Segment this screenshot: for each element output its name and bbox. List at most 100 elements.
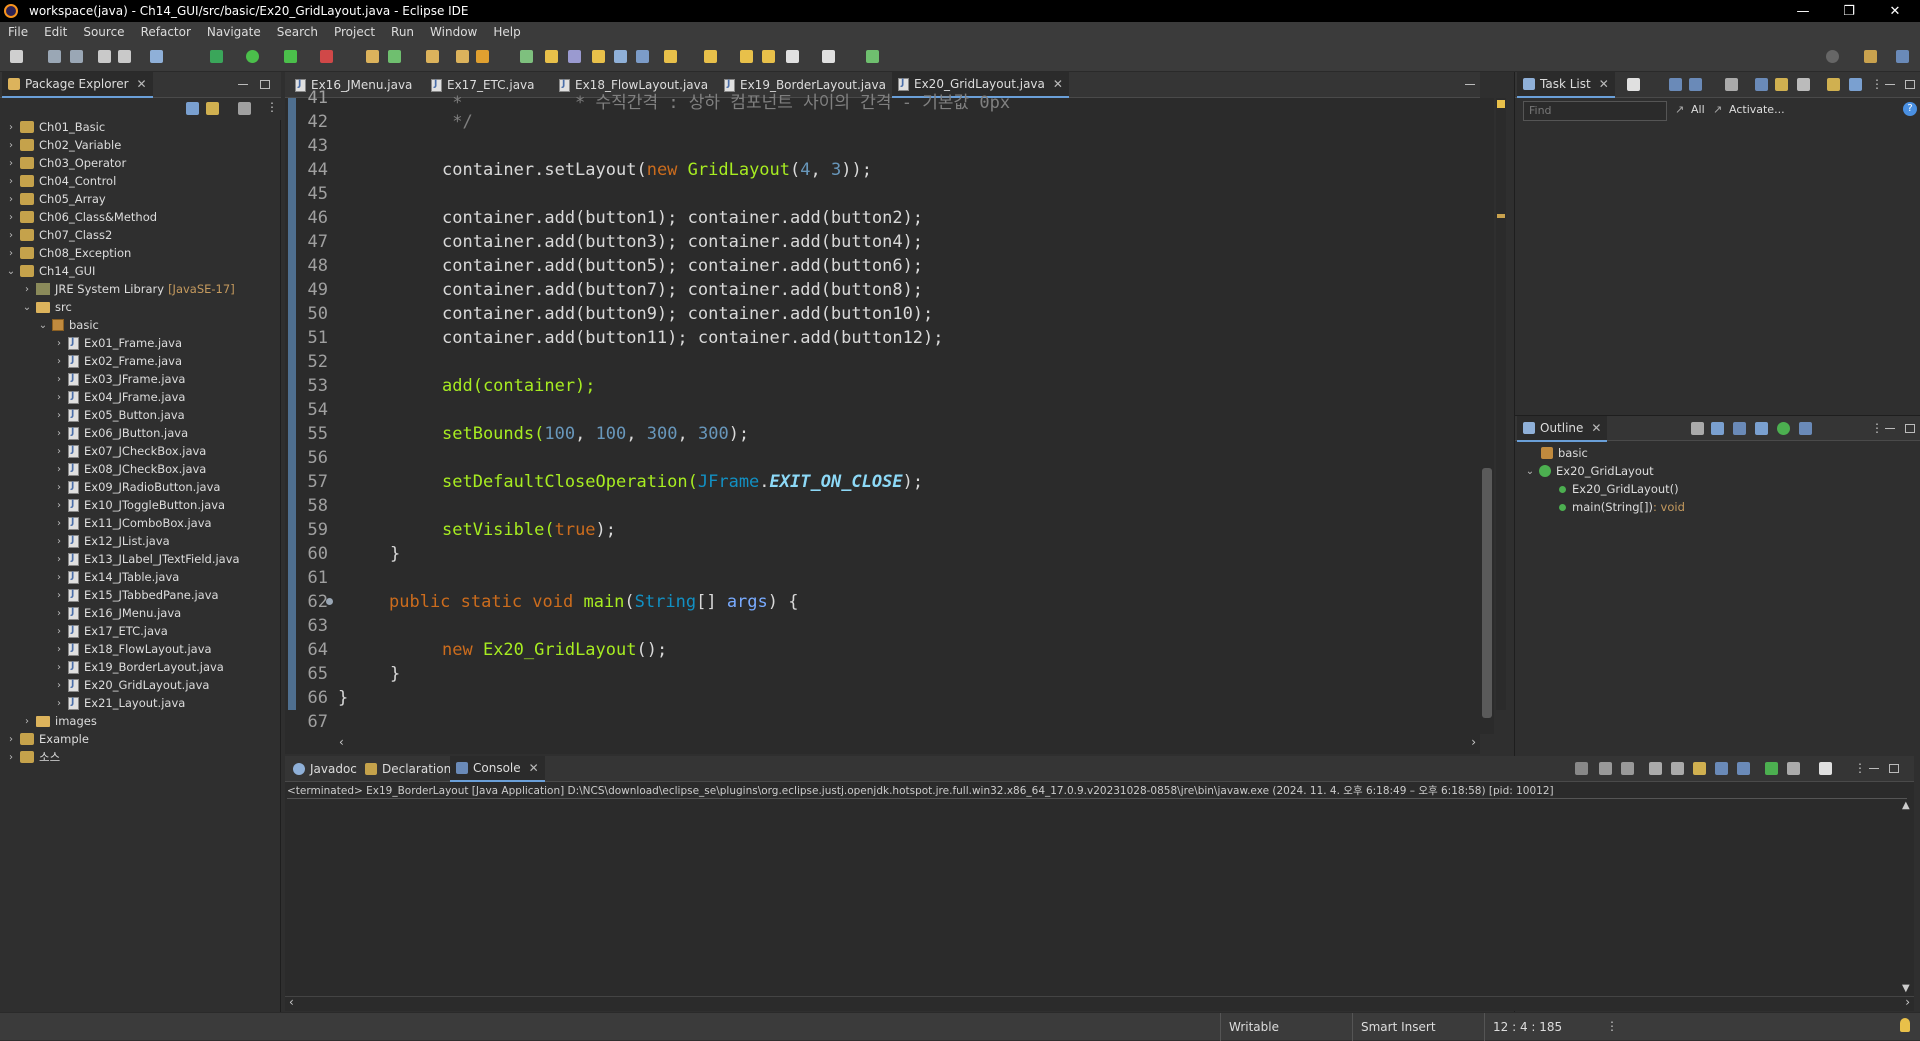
scroll-right-icon[interactable]: › (1905, 995, 1910, 1009)
block-selection-icon[interactable] (568, 50, 581, 63)
minimize-view-icon[interactable] (1885, 84, 1895, 85)
tab-declaration[interactable]: Declaration (359, 756, 457, 782)
console-output-area[interactable] (285, 800, 1899, 996)
synchronize-icon[interactable] (1827, 78, 1840, 91)
forward-icon[interactable] (822, 50, 835, 63)
open-task-icon[interactable] (456, 50, 469, 63)
terminal-icon[interactable] (150, 50, 163, 63)
tab-task-list[interactable]: Task List ✕ (1517, 72, 1615, 98)
sort-icon[interactable] (1691, 422, 1704, 435)
tree-java-file[interactable]: ›Ex19_BorderLayout.java (54, 658, 224, 676)
remove-all-icon[interactable] (1621, 762, 1634, 775)
menu-refactor[interactable]: Refactor (133, 25, 199, 39)
minimize-view-icon[interactable] (238, 84, 248, 85)
view-menu-icon[interactable]: ⋮ (1854, 761, 1866, 775)
tree-java-file[interactable]: ›Ex01_Frame.java (54, 334, 182, 352)
close-tab-icon[interactable]: ✕ (1599, 77, 1609, 91)
hide-nonpublic-icon[interactable] (1777, 422, 1790, 435)
save-icon[interactable] (48, 50, 61, 63)
view-menu-icon[interactable]: ⋮ (1871, 421, 1883, 435)
word-wrap-icon[interactable] (1693, 762, 1706, 775)
pin-console-icon[interactable] (1765, 762, 1778, 775)
prev-annotation-icon[interactable] (664, 50, 677, 63)
minimize-view-icon[interactable] (1885, 428, 1895, 429)
toggle-mark-icon[interactable] (520, 50, 533, 63)
tree-java-file[interactable]: ›Ex09_JRadioButton.java (54, 478, 220, 496)
occurrence-marker[interactable] (1497, 214, 1505, 218)
tree-java-file[interactable]: ›Ex06_JButton.java (54, 424, 188, 442)
tree-java-file[interactable]: ›Ex02_Frame.java (54, 352, 182, 370)
categorized-icon[interactable] (1669, 78, 1682, 91)
close-window-button[interactable]: ✕ (1872, 0, 1918, 22)
menu-run[interactable]: Run (383, 25, 422, 39)
collapse-outline-icon[interactable] (1711, 422, 1724, 435)
save-all-icon[interactable] (70, 50, 83, 63)
tree-java-file[interactable]: ›Ex15_JTabbedPane.java (54, 586, 219, 604)
run-icon[interactable] (246, 50, 259, 63)
tab-javadoc[interactable]: Javadoc (287, 756, 363, 782)
tree-java-file[interactable]: ›Ex21_Layout.java (54, 694, 185, 712)
close-tab-icon[interactable]: ✕ (1053, 77, 1063, 91)
tree-package[interactable]: ⌄ basic (38, 316, 99, 334)
menu-navigate[interactable]: Navigate (199, 25, 269, 39)
help-icon[interactable]: ? (1903, 102, 1917, 116)
tree-java-file[interactable]: ›Ex04_JFrame.java (54, 388, 185, 406)
maximize-view-icon[interactable] (1905, 80, 1915, 89)
open-console-icon[interactable] (1819, 762, 1832, 775)
scrollbar-thumb[interactable] (1482, 468, 1492, 718)
next-annotation-icon[interactable] (592, 50, 605, 63)
display-console-icon[interactable] (1787, 762, 1800, 775)
console-horizontal-scrollbar[interactable]: ‹ › (285, 995, 1914, 1010)
back-icon[interactable] (786, 50, 799, 63)
new-class-icon[interactable] (388, 50, 401, 63)
collapse-tasks-icon[interactable] (1797, 78, 1810, 91)
highlight-icon[interactable] (545, 50, 558, 63)
forward-history-icon[interactable] (762, 50, 775, 63)
outline-method[interactable]: main(String[]) : void (1559, 498, 1685, 516)
filters-icon[interactable] (238, 102, 251, 115)
clear-console-icon[interactable] (1649, 762, 1662, 775)
task-find-input[interactable]: Find (1523, 101, 1667, 121)
redo-icon[interactable] (118, 50, 131, 63)
editor-horizontal-scrollbar[interactable]: ‹ › (335, 735, 1480, 750)
tree-project[interactable]: › Ch08_Exception (6, 244, 131, 262)
collapse-all-icon[interactable] (186, 102, 199, 115)
sync-icon[interactable] (1775, 78, 1788, 91)
tree-images-folder[interactable]: › images (22, 712, 97, 730)
tab-package-explorer[interactable]: Package Explorer ✕ (2, 72, 153, 98)
maximize-view-icon[interactable] (1905, 424, 1915, 433)
focus-workweek-icon[interactable] (1755, 78, 1768, 91)
tree-java-file[interactable]: ›Ex17_ETC.java (54, 622, 168, 640)
hide-fields-icon[interactable] (1733, 422, 1746, 435)
tree-java-file[interactable]: ›Ex16_JMenu.java (54, 604, 181, 622)
menu-source[interactable]: Source (75, 25, 132, 39)
menu-project[interactable]: Project (326, 25, 383, 39)
terminate-icon[interactable] (1575, 762, 1588, 775)
tree-java-file[interactable]: ›Ex05_Button.java (54, 406, 185, 424)
show-on-stdout-icon[interactable] (1715, 762, 1728, 775)
hide-static-icon[interactable] (1755, 422, 1768, 435)
external-tools-icon[interactable] (320, 50, 333, 63)
remove-launch-icon[interactable] (1599, 762, 1612, 775)
link-with-editor-icon[interactable] (206, 102, 219, 115)
minimize-editor-icon[interactable] (1465, 84, 1475, 85)
scroll-up-icon[interactable]: ▲ (1902, 800, 1910, 811)
tree-project[interactable]: › Ch06_Class&Method (6, 208, 157, 226)
new-icon[interactable] (10, 50, 23, 63)
tree-project-expanded[interactable]: ⌄ Ch14_GUI (6, 262, 96, 280)
maximize-view-icon[interactable] (1889, 764, 1899, 773)
menu-window[interactable]: Window (422, 25, 485, 39)
task-activate-link[interactable]: Activate... (1729, 103, 1785, 116)
scroll-down-icon[interactable]: ▼ (1902, 983, 1910, 994)
hide-completed-icon[interactable] (1725, 78, 1738, 91)
tab-console[interactable]: Console ✕ (450, 756, 545, 782)
tree-project[interactable]: › Ch02_Variable (6, 136, 121, 154)
view-menu-icon[interactable]: ⋮ (1871, 77, 1883, 91)
new-java-project-icon[interactable] (366, 50, 379, 63)
editor-vertical-scrollbar[interactable] (1480, 98, 1494, 734)
tree-java-file[interactable]: ›Ex08_JCheckBox.java (54, 460, 206, 478)
restore-window-button[interactable]: ❐ (1826, 0, 1872, 22)
close-tab-icon[interactable]: ✕ (137, 77, 147, 91)
task-filter-all[interactable]: All (1691, 103, 1705, 116)
warning-marker-icon[interactable] (1497, 100, 1505, 108)
